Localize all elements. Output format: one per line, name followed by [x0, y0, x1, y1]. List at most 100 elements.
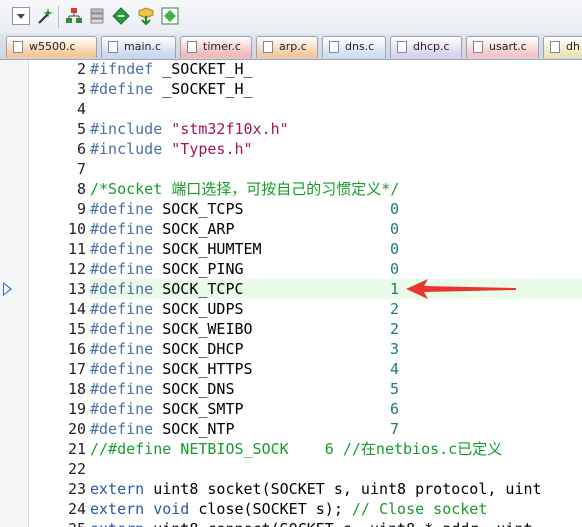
code-text: #define SOCK_NTP	[90, 420, 235, 438]
tab-label: w5500.c	[29, 40, 76, 53]
define-value: 4	[390, 360, 400, 378]
code-text: extern void close(SOCKET s); // Close so…	[90, 500, 488, 518]
line-number: 18	[67, 380, 86, 398]
code-text: #define SOCK_DNS	[90, 380, 235, 398]
tab-label: usart.c	[489, 40, 527, 53]
line-number: 19	[67, 400, 86, 418]
line-number: 9	[76, 200, 86, 218]
line-number: 5	[76, 120, 86, 138]
tab-w5500[interactable]: w5500.c	[6, 36, 97, 58]
line-number: 2	[76, 60, 86, 78]
code-text: //#define NETBIOS_SOCK 6 //在netbios.c已定义	[90, 440, 503, 458]
tab-arp[interactable]: arp.c	[256, 36, 318, 58]
line-number: 24	[67, 500, 86, 518]
code-line[interactable]: 9 #define SOCK_TCPS 0	[0, 199, 582, 219]
code-text: #define SOCK_ARP	[90, 220, 235, 238]
define-value: 2	[390, 300, 400, 318]
code-line[interactable]: 23 extern uint8 socket(SOCKET s, uint8 pr…	[0, 479, 582, 499]
code-line[interactable]: 10 #define SOCK_ARP 0	[0, 219, 582, 239]
code-line[interactable]: 11 #define SOCK_HUMTEM 0	[0, 239, 582, 259]
code-line[interactable]: 22	[0, 459, 582, 479]
code-line[interactable]: 4	[0, 99, 582, 119]
line-number: 8	[76, 180, 86, 198]
line-number: 6	[76, 140, 86, 158]
code-line[interactable]: 19 #define SOCK_SMTP 6	[0, 399, 582, 419]
diamond-icon[interactable]	[112, 7, 130, 25]
line-number: 11	[67, 240, 86, 258]
code-line[interactable]: 3 #define _SOCKET_H_	[0, 79, 582, 99]
code-text: #define SOCK_UDPS	[90, 300, 244, 318]
current-line-marker-icon	[3, 282, 12, 296]
code-line[interactable]: 6 #include "Types.h"	[0, 139, 582, 159]
toolbar-separator	[58, 6, 59, 28]
line-number: 25	[28, 519, 86, 527]
code-text: #include "stm32f10x.h"	[90, 120, 289, 138]
c-file-icon	[473, 41, 483, 53]
toolbar	[0, 0, 582, 35]
line-number: 21	[67, 440, 86, 458]
code-line[interactable]: 24 extern void close(SOCKET s); // Close …	[0, 499, 582, 519]
line-number: 4	[76, 100, 86, 118]
code-line[interactable]: 15 #define SOCK_WEIBO 2	[0, 319, 582, 339]
line-number: 23	[67, 480, 86, 498]
code-line[interactable]: 5 #include "stm32f10x.h"	[0, 119, 582, 139]
code-line[interactable]: 8/*Socket 端口选择，可按自己的习惯定义*/	[0, 179, 582, 199]
define-value: 7	[390, 420, 400, 438]
code-text: #define SOCK_SMTP	[90, 400, 244, 418]
tab-label: timer.c	[203, 40, 241, 53]
code-line[interactable]: 16 #define SOCK_DHCP 3	[0, 339, 582, 359]
define-value: 3	[390, 340, 400, 358]
define-value: 0	[390, 200, 400, 218]
code-line[interactable]: 7	[0, 159, 582, 179]
code-line[interactable]: 18 #define SOCK_DNS 5	[0, 379, 582, 399]
tab-label: dhcp.c	[413, 40, 450, 53]
line-number: 22	[67, 460, 86, 478]
tab-label: dns.c	[345, 40, 375, 53]
tab-main[interactable]: main.c	[101, 36, 176, 58]
code-text: #ifndef _SOCKET_H_	[90, 60, 253, 78]
c-file-icon	[108, 41, 118, 53]
hierarchy-icon[interactable]	[65, 7, 83, 25]
code-text: #define SOCK_WEIBO	[90, 320, 253, 338]
code-text: #define SOCK_TCPS	[90, 200, 244, 218]
code-editor[interactable]: 2 #ifndef _SOCKET_H_ 3 #define _SOCKET_H_ 4 5…	[0, 60, 582, 527]
tab-label: dh	[566, 40, 580, 53]
line-number: 16	[67, 340, 86, 358]
c-file-icon	[263, 41, 273, 53]
code-line[interactable]: 25 extern uint8 connect(SOCKET s, uint8 *…	[0, 519, 582, 527]
code-text: extern uint8 socket(SOCKET s, uint8 prot…	[90, 480, 542, 498]
define-value: 0	[390, 260, 400, 278]
code-line[interactable]: 21//#define NETBIOS_SOCK 6 //在netbios.c已…	[0, 439, 582, 459]
tab-usart[interactable]: usart.c	[466, 36, 539, 58]
define-value: 1	[390, 280, 400, 298]
download-arrow-icon[interactable]	[137, 7, 155, 25]
stack-icon[interactable]	[88, 7, 106, 25]
tab-label: main.c	[124, 40, 162, 53]
line-number: 12	[67, 260, 86, 278]
define-value: 6	[390, 400, 400, 418]
define-value: 0	[390, 220, 400, 238]
code-text: #define SOCK_PING	[90, 260, 244, 278]
code-line[interactable]: 20 #define SOCK_NTP 7	[0, 419, 582, 439]
code-line[interactable]: 12 #define SOCK_PING 0	[0, 259, 582, 279]
tab-dhcp[interactable]: dhcp.c	[390, 36, 462, 58]
code-text: #define _SOCKET_H_	[90, 80, 253, 98]
code-text: extern uint8 connect(SOCKET s, uint8 * a…	[90, 519, 582, 527]
tab-dns[interactable]: dns.c	[322, 36, 386, 58]
tab-timer[interactable]: timer.c	[180, 36, 252, 58]
line-number: 17	[67, 360, 86, 378]
c-file-icon	[550, 41, 560, 53]
c-file-icon	[187, 41, 197, 53]
tab-dh[interactable]: dh	[543, 36, 582, 58]
magic-wand-icon[interactable]	[35, 7, 53, 25]
dropdown-button[interactable]	[12, 7, 30, 25]
target-icon[interactable]	[161, 7, 179, 25]
define-value: 5	[390, 380, 400, 398]
code-line[interactable]: 17 #define SOCK_HTTPS 4	[0, 359, 582, 379]
code-line[interactable]: 14 #define SOCK_UDPS 2	[0, 299, 582, 319]
line-number: 13	[67, 280, 86, 298]
code-line[interactable]: 2 #ifndef _SOCKET_H_	[0, 60, 582, 79]
red-arrow-annotation-icon	[406, 279, 516, 299]
line-number: 3	[76, 80, 86, 98]
code-text: /*Socket 端口选择，可按自己的习惯定义*/	[90, 180, 400, 198]
